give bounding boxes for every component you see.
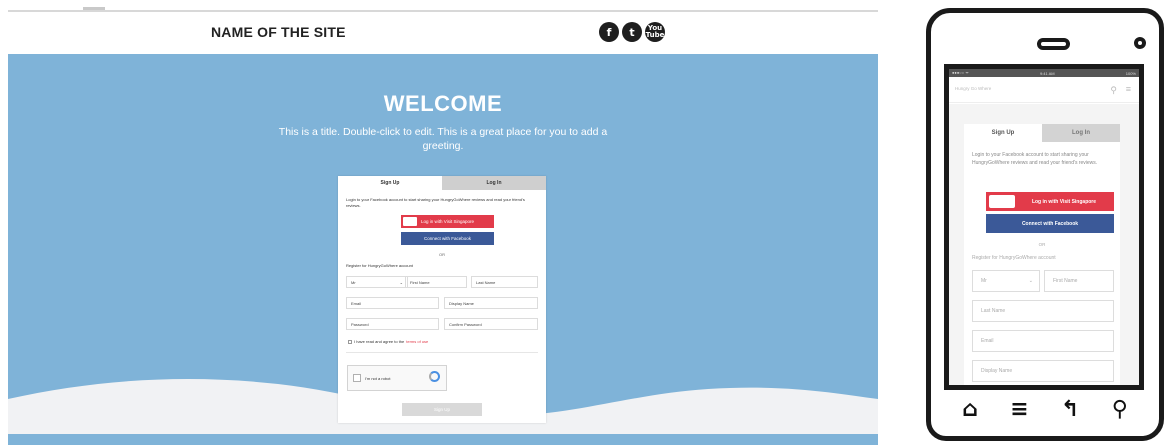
first-name-placeholder: First Name bbox=[410, 279, 430, 285]
mobile-tab-log-in[interactable]: Log In bbox=[1042, 124, 1120, 142]
register-label: Register for HungryGoWhere account bbox=[346, 263, 413, 268]
facebook-icon[interactable]: f bbox=[599, 22, 619, 42]
mobile-last-name-field[interactable]: Last Name bbox=[972, 300, 1114, 322]
mobile-first-name-field[interactable]: First Name bbox=[1044, 270, 1114, 292]
mobile-title-select[interactable]: Mr ⌄ bbox=[972, 270, 1040, 292]
password-placeholder: Password bbox=[351, 321, 369, 327]
recaptcha-widget: I'm not a robot bbox=[347, 365, 447, 391]
mobile-last-name-placeholder: Last Name bbox=[981, 308, 1006, 314]
mobile-email-field[interactable]: Email bbox=[972, 330, 1114, 352]
mobile-status-bar: ●●●○○ ᯤ 9:41 AM 100% bbox=[949, 69, 1139, 77]
top-divider bbox=[8, 7, 878, 12]
facebook-connect-label: Connect with Facebook bbox=[423, 236, 472, 241]
password-field[interactable]: Password bbox=[346, 318, 439, 330]
title-select[interactable]: Mr ⌄ bbox=[346, 276, 408, 288]
display-name-field[interactable]: Display Name bbox=[444, 297, 538, 309]
back-icon[interactable]: ↰ bbox=[1061, 399, 1079, 421]
desktop-mockup: NAME OF THE SITE f t You Tube WELCOME Thi… bbox=[8, 0, 878, 445]
mobile-title-value: Mr bbox=[981, 278, 987, 284]
title-select-value: Mr bbox=[351, 279, 356, 285]
tab-sign-up[interactable]: Sign Up bbox=[338, 176, 442, 190]
phone-camera bbox=[1134, 37, 1146, 49]
mobile-hamburger-icon[interactable]: ≡ bbox=[1126, 84, 1131, 94]
status-battery: 100% bbox=[1125, 70, 1136, 76]
mobile-signup-card: Sign Up Log In Login to your Facebook ac… bbox=[964, 124, 1120, 385]
recaptcha-label: I'm not a robot bbox=[365, 375, 391, 381]
terms-checkbox[interactable] bbox=[348, 339, 352, 344]
search-icon[interactable]: ⚲ bbox=[1112, 399, 1128, 421]
confirm-password-field[interactable]: Confirm Password bbox=[444, 318, 538, 330]
youtube-icon[interactable]: You Tube bbox=[645, 22, 665, 42]
visit-singapore-button-label: Log in with Visit Singapore bbox=[421, 219, 474, 224]
mobile-display-name-placeholder: Display Name bbox=[981, 368, 1013, 374]
mobile-intro-text: Login to your Facebook account to start … bbox=[972, 152, 1098, 166]
welcome-subtitle: This is a title. Double-click to edit. T… bbox=[278, 126, 608, 152]
chevron-down-icon: ⌄ bbox=[399, 279, 403, 285]
twitter-icon[interactable]: t bbox=[622, 22, 642, 42]
menu-icon[interactable]: ≡ bbox=[1010, 399, 1028, 421]
mobile-visit-singapore-button[interactable]: Log in with Visit Singapore bbox=[986, 192, 1114, 211]
email-field[interactable]: Email bbox=[346, 297, 439, 309]
mobile-visit-singapore-label: Log in with Visit Singapore bbox=[1031, 198, 1097, 205]
tab-log-in[interactable]: Log In bbox=[442, 176, 546, 190]
confirm-password-placeholder: Confirm Password bbox=[449, 321, 482, 327]
mobile-header-title[interactable]: Hungry Go Where bbox=[955, 86, 991, 91]
phone-screen: ●●●○○ ᯤ 9:41 AM 100% Hungry Go Where ⚲ ≡… bbox=[944, 64, 1144, 390]
terms-link[interactable]: terms of use bbox=[406, 339, 428, 344]
first-name-field[interactable]: First Name bbox=[405, 276, 467, 288]
mobile-form-tabs: Sign Up Log In bbox=[964, 124, 1120, 142]
last-name-placeholder: Last Name bbox=[476, 279, 496, 285]
status-signal: ●●●○○ ᯤ bbox=[952, 70, 969, 75]
site-name[interactable]: NAME OF THE SITE bbox=[211, 24, 346, 40]
mobile-or-divider: OR bbox=[1038, 242, 1046, 247]
signup-form-card: Sign Up Log In Login to your Facebook ac… bbox=[338, 176, 546, 423]
or-divider: OR bbox=[439, 252, 445, 257]
visit-singapore-login-button[interactable]: Log in with Visit Singapore bbox=[401, 215, 494, 228]
status-time: 9:41 AM bbox=[1039, 70, 1055, 76]
phone-nav-bar: ⌂ ≡ ↰ ⚲ bbox=[926, 394, 1164, 426]
display-name-placeholder: Display Name bbox=[449, 300, 474, 306]
mobile-search-icon[interactable]: ⚲ bbox=[1110, 85, 1117, 96]
mobile-register-label: Register for HungryGoWhere account bbox=[972, 255, 1056, 261]
form-tabs: Sign Up Log In bbox=[338, 176, 546, 190]
mobile-tab-sign-up[interactable]: Sign Up bbox=[964, 124, 1042, 142]
mobile-first-name-placeholder: First Name bbox=[1053, 278, 1078, 284]
recaptcha-checkbox[interactable] bbox=[353, 374, 361, 382]
home-icon[interactable]: ⌂ bbox=[962, 399, 978, 421]
hero-bottom-strip bbox=[8, 434, 878, 445]
last-name-field[interactable]: Last Name bbox=[471, 276, 538, 288]
social-links: f t You Tube bbox=[599, 22, 665, 42]
mobile-facebook-label: Connect with Facebook bbox=[1021, 220, 1079, 227]
chevron-down-icon: ⌄ bbox=[1028, 278, 1033, 284]
terms-agreement: I have read and agree to the terms of us… bbox=[348, 339, 428, 344]
email-placeholder: Email bbox=[351, 300, 362, 306]
mobile-header: Hungry Go Where ⚲ ≡ bbox=[949, 77, 1139, 103]
mobile-facebook-button[interactable]: Connect with Facebook bbox=[986, 214, 1114, 233]
terms-text: I have read and agree to the bbox=[354, 339, 405, 344]
mobile-display-name-field[interactable]: Display Name bbox=[972, 360, 1114, 382]
visit-singapore-logo-icon bbox=[403, 217, 417, 226]
phone-speaker bbox=[1037, 38, 1070, 50]
recaptcha-logo-icon bbox=[429, 371, 440, 382]
sign-up-submit-button[interactable]: Sign Up bbox=[402, 403, 482, 416]
facebook-connect-button[interactable]: Connect with Facebook bbox=[401, 232, 494, 245]
mobile-email-placeholder: Email bbox=[981, 338, 994, 344]
visit-singapore-logo-icon bbox=[989, 195, 1015, 208]
form-separator bbox=[346, 352, 538, 353]
welcome-title: WELCOME bbox=[383, 91, 503, 116]
mobile-content: Sign Up Log In Login to your Facebook ac… bbox=[949, 104, 1139, 385]
mobile-mockup: ●●●○○ ᯤ 9:41 AM 100% Hungry Go Where ⚲ ≡… bbox=[926, 8, 1164, 441]
form-intro-text: Login to your Facebook account to start … bbox=[346, 197, 525, 208]
